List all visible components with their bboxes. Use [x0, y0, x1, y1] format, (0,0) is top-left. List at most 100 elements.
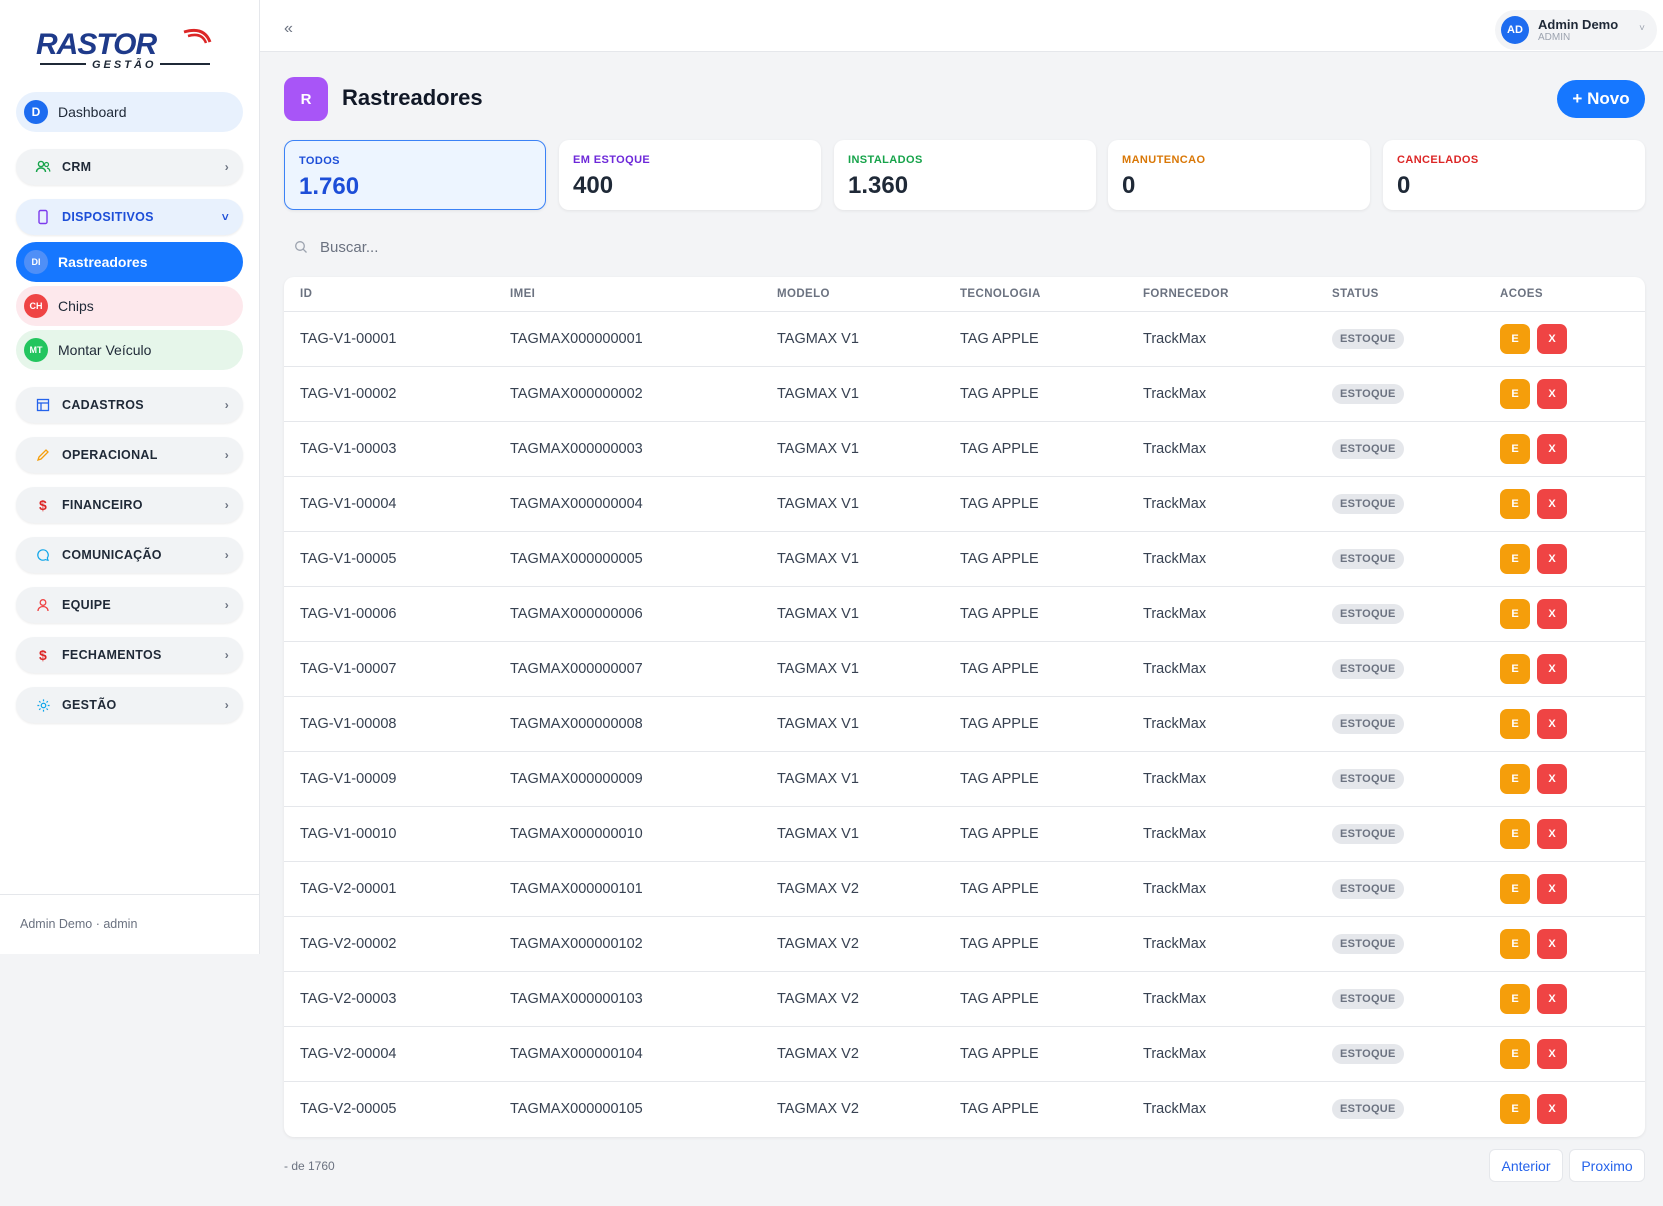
status-badge: ESTOQUE [1332, 769, 1404, 789]
edit-button[interactable]: E [1500, 709, 1530, 739]
cell-fornecedor: TrackMax [1143, 661, 1207, 677]
edit-button[interactable]: E [1500, 819, 1530, 849]
rastreadores-table: ID IMEI MODELO TECNOLOGIA FORNECEDOR STA… [284, 277, 1645, 1137]
collapse-sidebar-icon[interactable]: « [284, 20, 293, 38]
cell-imei: TAGMAX000000105 [510, 1101, 643, 1117]
sidebar-group-label: EQUIPE [62, 598, 112, 612]
cell-fornecedor: TrackMax [1143, 771, 1207, 787]
delete-button[interactable]: X [1537, 434, 1567, 464]
status-badge: ESTOQUE [1332, 604, 1404, 624]
chevron-right-icon: › [224, 398, 229, 412]
status-badge: ESTOQUE [1332, 549, 1404, 569]
sidebar-group-crm[interactable]: CRM › [16, 149, 243, 185]
sidebar-group-comunicacao[interactable]: COMUNICAÇÃO › [16, 537, 243, 573]
edit-button[interactable]: E [1500, 599, 1530, 629]
delete-button[interactable]: X [1537, 379, 1567, 409]
delete-button[interactable]: X [1537, 929, 1567, 959]
sidebar-item-dashboard[interactable]: D Dashboard [16, 92, 243, 132]
sidebar-item-montar-veiculo[interactable]: MT Montar Veículo [16, 330, 243, 370]
delete-button[interactable]: X [1537, 874, 1567, 904]
delete-button[interactable]: X [1537, 544, 1567, 574]
edit-button[interactable]: E [1500, 1039, 1530, 1069]
column-header-status: STATUS [1332, 288, 1379, 300]
edit-button[interactable]: E [1500, 379, 1530, 409]
table-row: TAG-V2-00002 TAGMAX000000102 TAGMAX V2 TAG … [284, 917, 1645, 972]
delete-button[interactable]: X [1537, 1039, 1567, 1069]
cell-tecnologia: TAG APPLE [960, 936, 1039, 952]
stat-card-instalados[interactable]: INSTALADOS 1.360 [834, 140, 1096, 210]
edit-button[interactable]: E [1500, 764, 1530, 794]
sidebar-group-operacional[interactable]: OPERACIONAL › [16, 437, 243, 473]
edit-button[interactable]: E [1500, 544, 1530, 574]
edit-button[interactable]: E [1500, 929, 1530, 959]
status-badge: ESTOQUE [1332, 934, 1404, 954]
edit-button[interactable]: E [1500, 874, 1530, 904]
user-menu[interactable]: AD Admin Demo ADMIN ˅ [1495, 10, 1657, 50]
cell-modelo: TAGMAX V2 [777, 881, 859, 897]
delete-button[interactable]: X [1537, 599, 1567, 629]
edit-button[interactable]: E [1500, 984, 1530, 1014]
cell-modelo: TAGMAX V1 [777, 551, 859, 567]
sidebar-group-fechamentos[interactable]: $ FECHAMENTOS › [16, 637, 243, 673]
sidebar-item-rastreadores[interactable]: DI Rastreadores [16, 242, 243, 282]
delete-button[interactable]: X [1537, 1094, 1567, 1124]
table-row: TAG-V1-00007 TAGMAX000000007 TAGMAX V1 TAG … [284, 642, 1645, 697]
cell-id: TAG-V2-00004 [300, 1046, 397, 1062]
cell-modelo: TAGMAX V2 [777, 991, 859, 1007]
stat-card-em-estoque[interactable]: EM ESTOQUE 400 [559, 140, 821, 210]
delete-button[interactable]: X [1537, 489, 1567, 519]
search-input[interactable] [320, 238, 820, 256]
sidebar-group-equipe[interactable]: EQUIPE › [16, 587, 243, 623]
page-badge: R [284, 77, 328, 121]
page-title: Rastreadores [342, 85, 483, 110]
edit-button[interactable]: E [1500, 654, 1530, 684]
cell-id: TAG-V2-00005 [300, 1101, 397, 1117]
cell-imei: TAGMAX000000002 [510, 386, 643, 402]
chevron-right-icon: › [224, 448, 229, 462]
column-header-id: ID [300, 288, 313, 300]
edit-button[interactable]: E [1500, 434, 1530, 464]
edit-button[interactable]: E [1500, 324, 1530, 354]
stat-card-todos[interactable]: TODOS 1.760 [284, 140, 546, 210]
edit-button[interactable]: E [1500, 489, 1530, 519]
users-icon [34, 158, 52, 176]
cell-modelo: TAGMAX V2 [777, 936, 859, 952]
previous-page-button[interactable]: Anterior [1489, 1149, 1563, 1182]
sidebar-group-label: CADASTROS [62, 398, 144, 412]
column-header-modelo: MODELO [777, 288, 830, 300]
new-button[interactable]: + Novo [1557, 80, 1645, 118]
cell-fornecedor: TrackMax [1143, 496, 1207, 512]
sidebar-group-gestao[interactable]: GESTÃO › [16, 687, 243, 723]
cell-modelo: TAGMAX V1 [777, 441, 859, 457]
status-badge: ESTOQUE [1332, 989, 1404, 1009]
delete-button[interactable]: X [1537, 764, 1567, 794]
cell-imei: TAGMAX000000009 [510, 771, 643, 787]
sidebar-group-label: DISPOSITIVOS [62, 210, 154, 224]
status-badge: ESTOQUE [1332, 879, 1404, 899]
sidebar-item-chips[interactable]: CH Chips [16, 286, 243, 326]
cell-tecnologia: TAG APPLE [960, 826, 1039, 842]
next-page-button[interactable]: Proximo [1569, 1149, 1645, 1182]
delete-button[interactable]: X [1537, 819, 1567, 849]
delete-button[interactable]: X [1537, 654, 1567, 684]
table-row: TAG-V1-00004 TAGMAX000000004 TAGMAX V1 TAG … [284, 477, 1645, 532]
sidebar-group-cadastros[interactable]: CADASTROS › [16, 387, 243, 423]
stat-card-manutencao[interactable]: MANUTENCAO 0 [1108, 140, 1370, 210]
sidebar-group-dispositivos[interactable]: DISPOSITIVOS ˅ [16, 199, 243, 235]
cell-modelo: TAGMAX V2 [777, 1101, 859, 1117]
pencil-icon [34, 446, 52, 464]
search-icon [294, 240, 308, 254]
delete-button[interactable]: X [1537, 324, 1567, 354]
chips-badge: CH [24, 294, 48, 318]
delete-button[interactable]: X [1537, 709, 1567, 739]
sidebar-group-label: GESTÃO [62, 698, 117, 712]
stat-card-cancelados[interactable]: CANCELADOS 0 [1383, 140, 1645, 210]
delete-button[interactable]: X [1537, 984, 1567, 1014]
cell-id: TAG-V2-00002 [300, 936, 397, 952]
device-icon [34, 208, 52, 226]
rastor-logo[interactable]: RASTOR GESTÃO [34, 22, 226, 74]
edit-button[interactable]: E [1500, 1094, 1530, 1124]
column-header-acoes: ACOES [1500, 288, 1543, 300]
sidebar-group-financeiro[interactable]: $ FINANCEIRO › [16, 487, 243, 523]
dollar-icon: $ [38, 497, 48, 513]
